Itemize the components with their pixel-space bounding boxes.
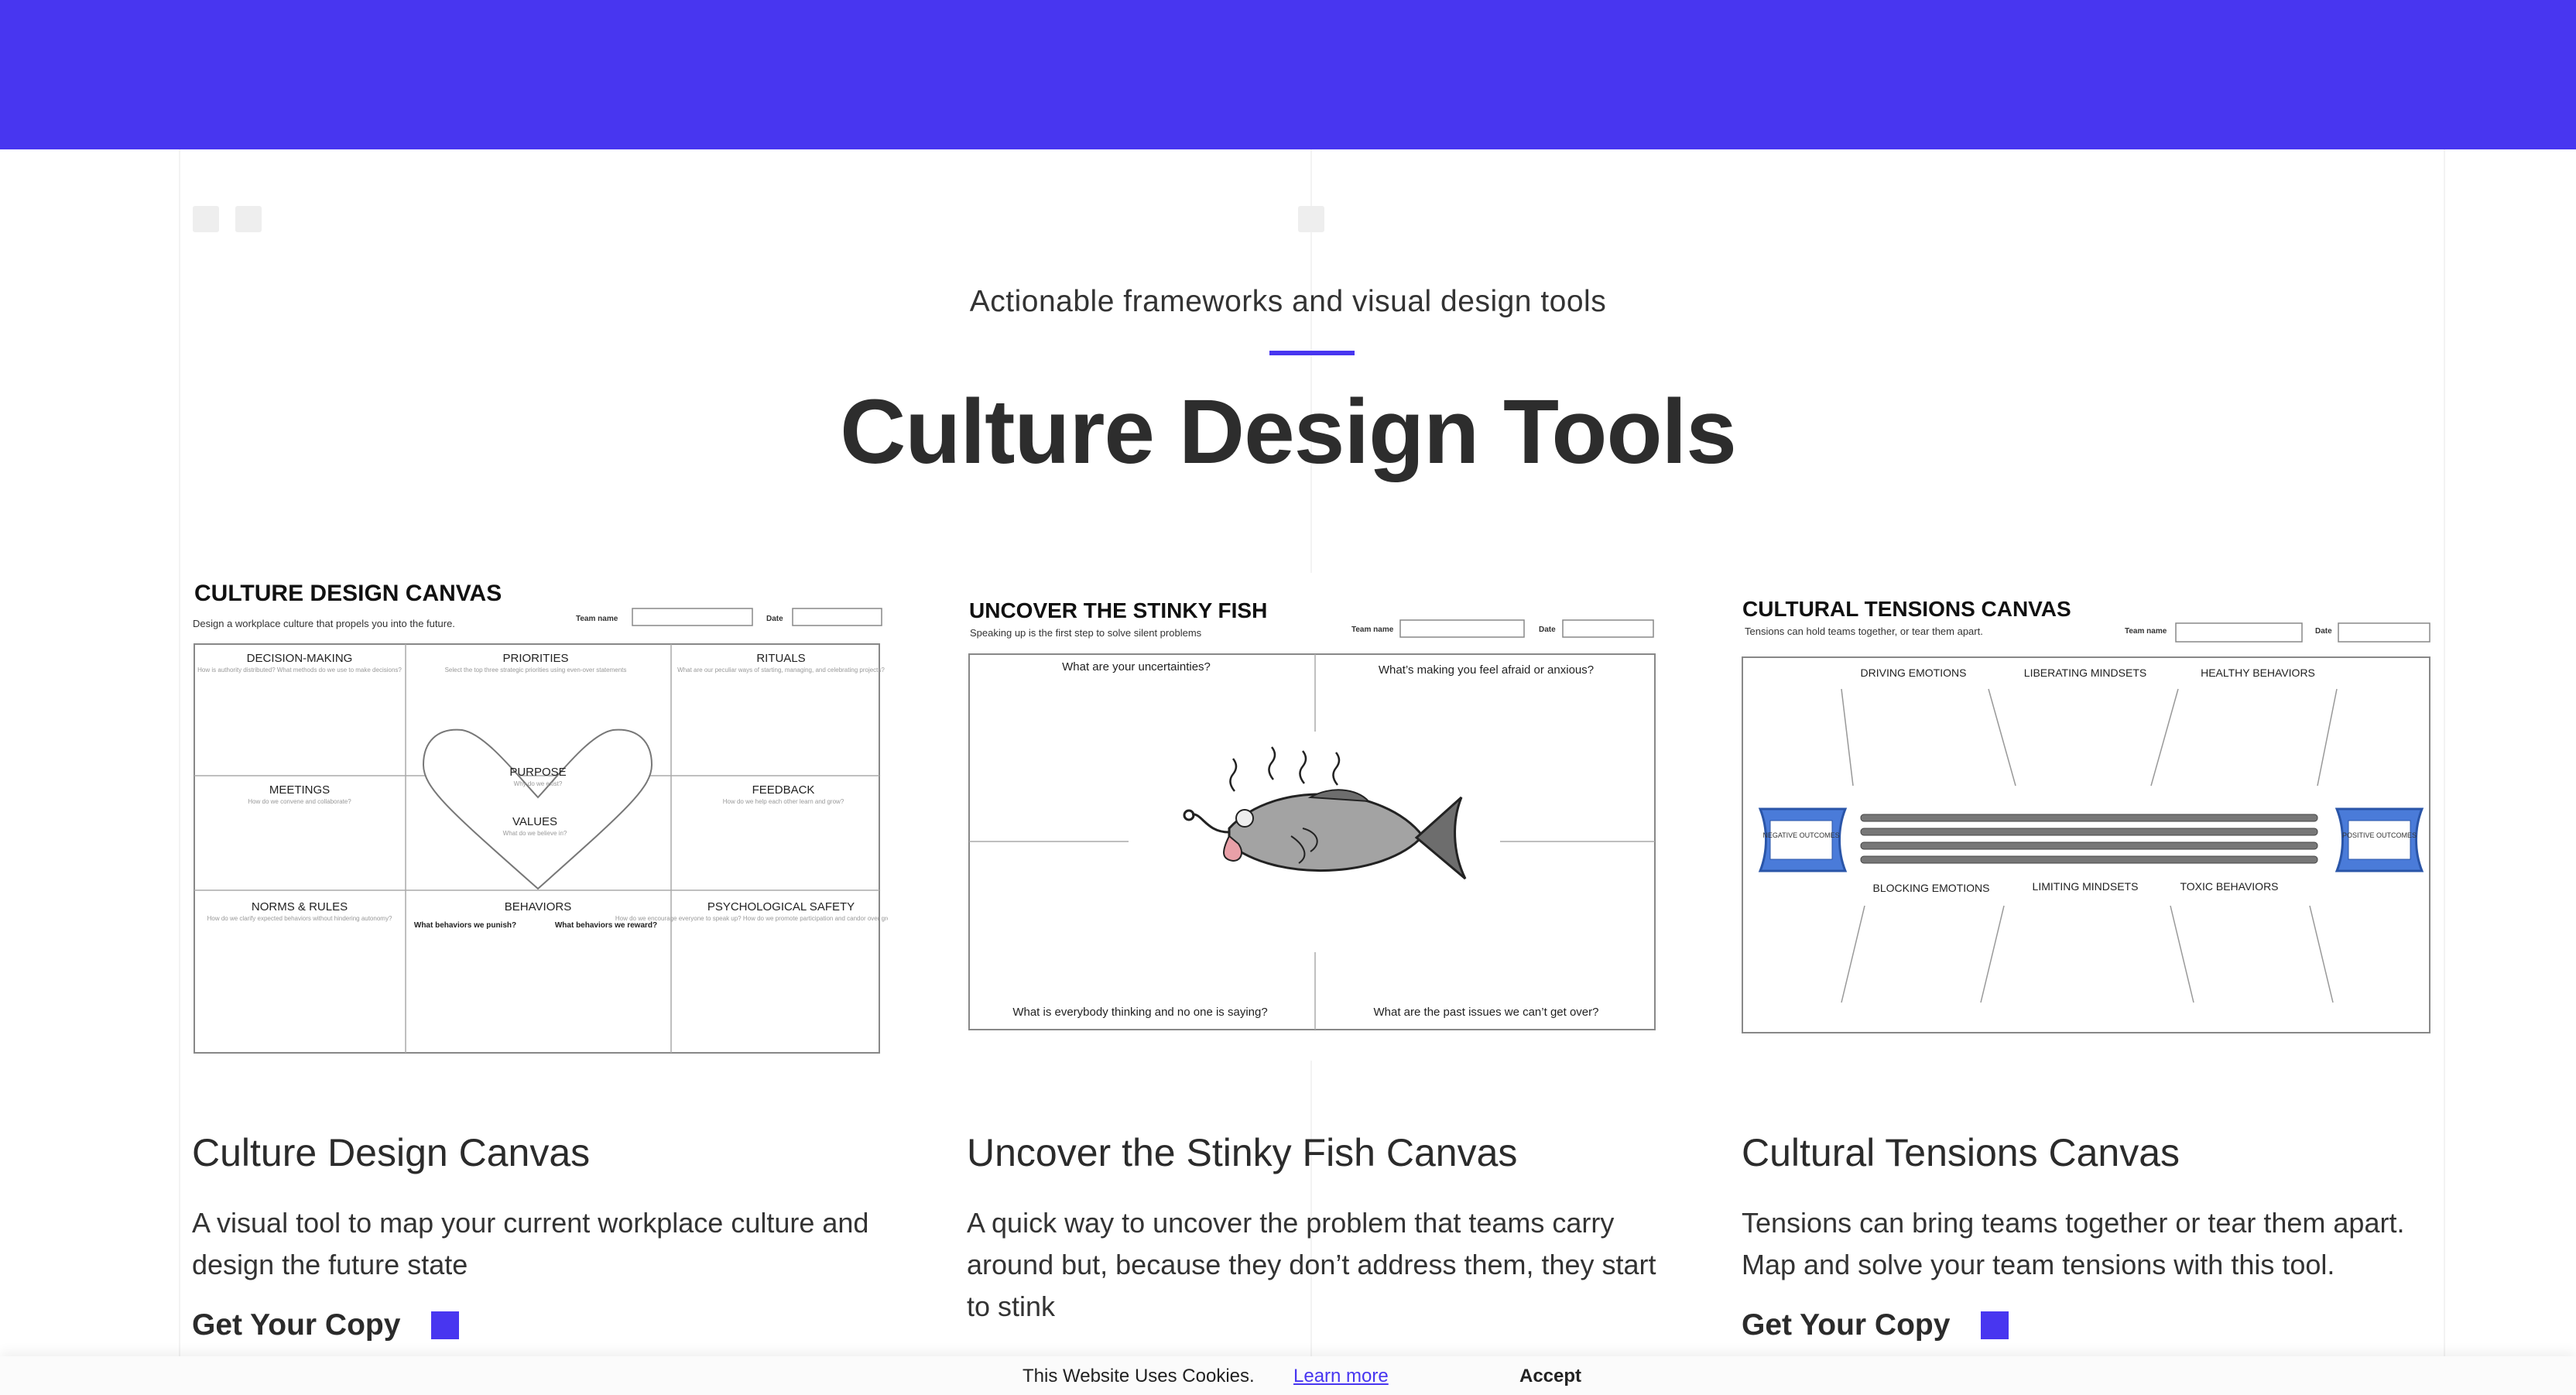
svg-text:What are the past issues we ca: What are the past issues we can’t get ov… — [1374, 1006, 1599, 1019]
cta-arrow-icon[interactable] — [1981, 1311, 2009, 1339]
layout-guide-line — [2444, 149, 2445, 1395]
svg-text:What are our peculiar ways of: What are our peculiar ways of starting, … — [677, 667, 885, 674]
svg-text:Team name: Team name — [2125, 627, 2167, 636]
cta-arrow-icon[interactable] — [431, 1311, 460, 1339]
svg-text:Team name: Team name — [1351, 626, 1394, 634]
svg-text:CULTURAL TENSIONS CANVAS: CULTURAL TENSIONS CANVAS — [1742, 597, 2071, 621]
canvas-illustration: UNCOVER THE STINKY FISH Speaking up is t… — [968, 598, 1656, 1030]
learn-more-link[interactable]: Learn more — [1293, 1366, 1389, 1387]
svg-text:How do we help each other lear: How do we help each other learn and grow… — [723, 798, 844, 805]
svg-text:What do we believe in?: What do we believe in? — [503, 830, 567, 837]
svg-text:What behaviors we reward?: What behaviors we reward? — [555, 921, 657, 930]
svg-text:TOXIC BEHAVIORS: TOXIC BEHAVIORS — [2180, 880, 2278, 893]
svg-text:PRIORITIES: PRIORITIES — [502, 652, 568, 665]
canvas-heading: CULTURE DESIGN CANVAS — [194, 581, 502, 606]
svg-text:How do we clarify expected beh: How do we clarify expected behaviors wit… — [207, 915, 392, 922]
card-title[interactable]: Cultural Tensions Canvas — [1742, 1130, 2180, 1175]
svg-text:Date: Date — [2315, 627, 2332, 636]
stinky-fish-canvas-image[interactable]: UNCOVER THE STINKY FISH Speaking up is t… — [966, 573, 1663, 1061]
cookie-consent-bar: This Website Uses Cookies. Learn more Ac… — [0, 1356, 2576, 1395]
canvas-illustration: CULTURAL TENSIONS CANVAS Tensions can ho… — [1742, 597, 2430, 1033]
svg-text:VALUES: VALUES — [512, 815, 557, 828]
svg-text:BLOCKING EMOTIONS: BLOCKING EMOTIONS — [1873, 882, 1990, 894]
svg-text:What are your uncertainties?: What are your uncertainties? — [1062, 660, 1211, 674]
svg-text:How is authority distributed?: How is authority distributed? What metho… — [197, 667, 402, 674]
svg-text:RITUALS: RITUALS — [756, 652, 805, 665]
svg-text:POSITIVE OUTCOMES: POSITIVE OUTCOMES — [2342, 831, 2417, 839]
card-title[interactable]: Culture Design Canvas — [192, 1130, 590, 1175]
svg-text:What’s making you feel afraid: What’s making you feel afraid or anxious… — [1379, 663, 1594, 677]
svg-text:DECISION-MAKING: DECISION-MAKING — [247, 652, 353, 665]
cta-label[interactable]: Get Your Copy — [1742, 1308, 1950, 1342]
svg-text:PSYCHOLOGICAL SAFETY: PSYCHOLOGICAL SAFETY — [707, 900, 855, 913]
get-copy-link[interactable]: Get Your Copy — [1742, 1308, 2009, 1342]
card-title[interactable]: Uncover the Stinky Fish Canvas — [967, 1130, 1517, 1175]
layout-guide-line — [179, 149, 180, 1395]
svg-text:PURPOSE: PURPOSE — [509, 766, 566, 779]
get-copy-link[interactable]: Get Your Copy — [192, 1308, 460, 1342]
chest-expander-illustration: NEGATIVE OUTCOMES POSITIVE OUTCOMES — [1758, 807, 2424, 872]
svg-text:BEHAVIORS: BEHAVIORS — [505, 900, 571, 913]
svg-text:HEALTHY BEHAVIORS: HEALTHY BEHAVIORS — [2201, 667, 2315, 679]
canvas-tagline: Design a workplace culture that propels … — [193, 618, 455, 629]
svg-text:MEETINGS: MEETINGS — [269, 783, 330, 797]
svg-text:Speaking up is the first step: Speaking up is the first step to solve s… — [970, 627, 1202, 639]
svg-text:LIBERATING MINDSETS: LIBERATING MINDSETS — [2024, 667, 2146, 679]
stinky-fish-illustration — [1183, 746, 1467, 880]
team-name-label: Team name — [576, 615, 618, 623]
svg-text:Select the top three strategic: Select the top three strategic prioritie… — [445, 667, 627, 674]
svg-text:Why do we exist?: Why do we exist? — [514, 780, 563, 787]
card-description: A quick way to uncover the problem that … — [967, 1207, 1656, 1322]
svg-text:NORMS & RULES: NORMS & RULES — [252, 900, 348, 913]
svg-text:UNCOVER THE STINKY FISH: UNCOVER THE STINKY FISH — [969, 598, 1267, 622]
top-header-bar — [0, 0, 2576, 149]
svg-text:What is everybody thinking and: What is everybody thinking and no one is… — [1012, 1006, 1267, 1019]
cultural-tensions-canvas-image[interactable]: CULTURAL TENSIONS CANVAS Tensions can ho… — [1741, 573, 2437, 1061]
placeholder-icon — [1298, 206, 1324, 232]
card-description: A visual tool to map your current workpl… — [192, 1207, 869, 1280]
placeholder-icon — [235, 206, 262, 232]
svg-text:How do we convene and collabor: How do we convene and collaborate? — [248, 798, 351, 805]
date-label: Date — [766, 615, 783, 623]
svg-text:LIMITING MINDSETS: LIMITING MINDSETS — [2033, 880, 2139, 893]
card-description: Tensions can bring teams together or tea… — [1742, 1207, 2405, 1280]
svg-text:What behaviors we punish?: What behaviors we punish? — [414, 921, 516, 930]
culture-design-canvas-image[interactable]: CULTURE DESIGN CANVAS Design a workplace… — [191, 573, 947, 1061]
section-divider — [1269, 351, 1355, 355]
cookie-message: This Website Uses Cookies. — [1023, 1366, 1255, 1386]
svg-text:Tensions can hold teams togeth: Tensions can hold teams together, or tea… — [1745, 626, 1983, 637]
section-title: Culture Design Tools — [840, 381, 1737, 483]
cta-label[interactable]: Get Your Copy — [192, 1308, 400, 1342]
svg-text:FEEDBACK: FEEDBACK — [752, 783, 815, 797]
svg-text:Date: Date — [1539, 626, 1556, 634]
svg-text:NEGATIVE OUTCOMES: NEGATIVE OUTCOMES — [1762, 831, 1839, 839]
placeholder-icon — [193, 206, 219, 232]
accept-cookies-button[interactable]: Accept — [1519, 1366, 1581, 1387]
canvas-illustration: CULTURE DESIGN CANVAS Design a workplace… — [193, 581, 947, 1054]
svg-text:DRIVING EMOTIONS: DRIVING EMOTIONS — [1861, 667, 1967, 679]
svg-text:How do we encourage everyone t: How do we encourage everyone to speak up… — [615, 915, 888, 922]
section-subtitle: Actionable frameworks and visual design … — [969, 285, 1607, 318]
